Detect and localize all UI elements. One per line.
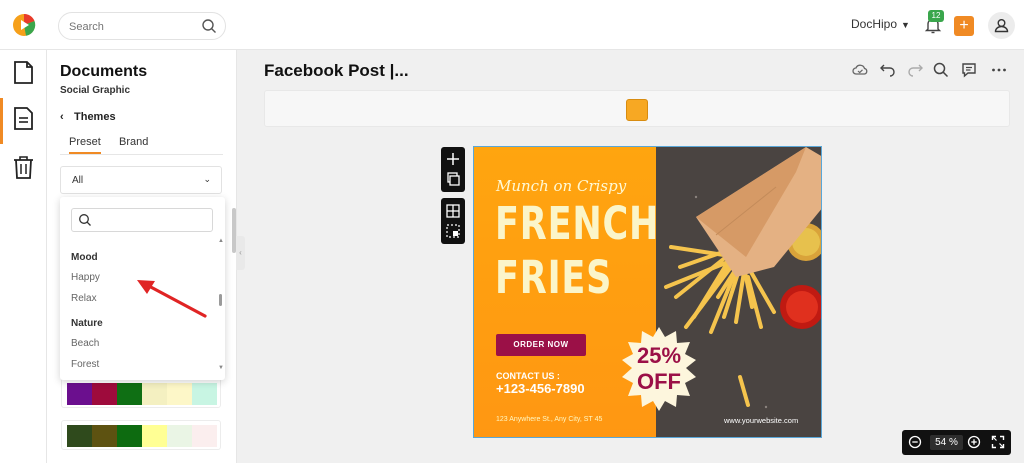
palette-color-swatch: [117, 383, 142, 405]
zoom-value: 54: [935, 437, 947, 448]
dropdown-option-relax[interactable]: Relax: [71, 293, 97, 304]
document-lines-icon: [14, 107, 33, 130]
palette-color-swatch: [167, 383, 192, 405]
panel-title: Documents: [60, 63, 148, 80]
design-phone[interactable]: +123-456-7890: [496, 381, 585, 396]
palette-swatches: [67, 383, 217, 405]
create-button[interactable]: +: [954, 16, 974, 36]
trash-icon: [14, 156, 33, 179]
design-script-text[interactable]: Munch on Crispy: [496, 177, 626, 195]
more-icon[interactable]: [990, 61, 1008, 79]
discount-badge[interactable]: 25% OFF: [620, 325, 698, 413]
discount-label: OFF: [637, 369, 681, 394]
dropdown-group-mood: Mood: [71, 252, 98, 263]
zoom-unit: %: [949, 437, 958, 448]
search-box[interactable]: [58, 12, 226, 40]
palette-card[interactable]: [61, 378, 221, 408]
palette-color-swatch: [92, 383, 117, 405]
tab-brand[interactable]: Brand: [119, 136, 148, 148]
sidebar-item-document-list[interactable]: [0, 96, 47, 144]
dropdown-search-field[interactable]: [71, 208, 213, 232]
theme-filter-value: All: [72, 175, 84, 186]
chevron-down-icon: ▼: [901, 20, 910, 30]
dropdown-group-nature: Nature: [71, 318, 103, 329]
top-bar: DocHipo▼ 12 +: [0, 0, 1024, 50]
fullscreen-icon[interactable]: [991, 435, 1005, 449]
themes-back-label: Themes: [74, 111, 116, 123]
add-page-icon[interactable]: [441, 149, 465, 169]
user-icon: [994, 18, 1009, 33]
theme-color-swatch[interactable]: [626, 99, 648, 121]
design-headline-fries[interactable]: FRIES: [495, 255, 612, 300]
redo-icon[interactable]: [906, 61, 924, 79]
dropdown-option-happy[interactable]: Happy: [71, 272, 100, 283]
document-icon: [14, 61, 33, 84]
dropdown-option-beach[interactable]: Beach: [71, 338, 99, 349]
page-tools-top: [441, 147, 465, 192]
palette-color-swatch: [67, 383, 92, 405]
palette-color-swatch: [192, 383, 217, 405]
undo-icon[interactable]: [879, 61, 897, 79]
select-area-icon[interactable]: [441, 221, 465, 241]
theme-tabs: Preset Brand: [60, 133, 223, 155]
dropdown-scrollbar[interactable]: ▲ ▼: [218, 238, 224, 371]
theme-color-strip: [264, 90, 1010, 127]
palette-color-swatch: [92, 425, 117, 447]
search-input[interactable]: [69, 18, 199, 36]
page-tools-bottom: [441, 198, 465, 244]
scroll-up-icon[interactable]: ▲: [218, 238, 224, 244]
zoom-in-icon[interactable]: [967, 435, 981, 449]
palette-color-swatch: [142, 383, 167, 405]
search-icon[interactable]: [201, 18, 217, 34]
sidebar-item-documents[interactable]: [0, 52, 47, 92]
panel-subtitle: Social Graphic: [60, 85, 131, 96]
sidebar-item-trash[interactable]: [0, 146, 47, 186]
search-icon[interactable]: [932, 61, 950, 79]
document-title[interactable]: Facebook Post |...: [264, 61, 409, 81]
zoom-level[interactable]: 54 %: [930, 435, 963, 450]
palette-color-swatch: [167, 425, 192, 447]
design-address[interactable]: 123 Anywhere St., Any City, ST 45: [496, 416, 602, 423]
duplicate-page-icon[interactable]: [441, 169, 465, 189]
design-canvas[interactable]: Munch on Crispy FRENCH FRIES ORDER NOW C…: [473, 146, 822, 438]
palette-card[interactable]: [61, 420, 221, 450]
avatar[interactable]: [988, 12, 1015, 39]
design-contact-label[interactable]: CONTACT US :: [496, 371, 560, 381]
dropdown-scroll-thumb[interactable]: [219, 294, 222, 306]
sidebar-rail: [0, 50, 47, 463]
zoom-out-icon[interactable]: [908, 435, 922, 449]
comment-icon[interactable]: [960, 61, 978, 79]
zoom-control: 54 %: [902, 430, 1011, 455]
notification-badge: 12: [928, 10, 944, 22]
theme-filter-dropdown: Mood Happy Relax Nature Beach Forest ▲ ▼: [60, 197, 225, 380]
design-website[interactable]: www.yourwebsite.com: [724, 416, 798, 425]
design-headline-french[interactable]: FRENCH: [495, 201, 659, 246]
dropdown-option-forest[interactable]: Forest: [71, 359, 99, 370]
chevron-left-icon: ‹: [60, 111, 64, 123]
palette-color-swatch: [142, 425, 167, 447]
palette-color-swatch: [117, 425, 142, 447]
scroll-down-icon[interactable]: ▼: [218, 365, 224, 371]
account-name: DocHipo: [851, 17, 898, 31]
dochipo-logo-icon[interactable]: [12, 13, 36, 37]
tab-preset[interactable]: Preset: [69, 136, 101, 154]
documents-panel: Documents Social Graphic ‹ Themes Preset …: [47, 50, 237, 463]
palette-swatches: [67, 425, 217, 447]
collapse-panel-handle[interactable]: ‹: [236, 236, 245, 270]
discount-value: 25%: [636, 343, 682, 368]
themes-back-button[interactable]: ‹ Themes: [60, 111, 116, 123]
palette-color-swatch: [67, 425, 92, 447]
grid-icon[interactable]: [441, 201, 465, 221]
account-menu[interactable]: DocHipo ▼: [851, 17, 910, 31]
chevron-down-icon: ⌄: [203, 174, 211, 184]
theme-filter-select[interactable]: All ⌄: [60, 166, 222, 194]
palette-color-swatch: [192, 425, 217, 447]
search-icon: [79, 214, 91, 226]
cloud-icon[interactable]: [851, 61, 869, 79]
design-order-now-button[interactable]: ORDER NOW: [496, 334, 586, 356]
